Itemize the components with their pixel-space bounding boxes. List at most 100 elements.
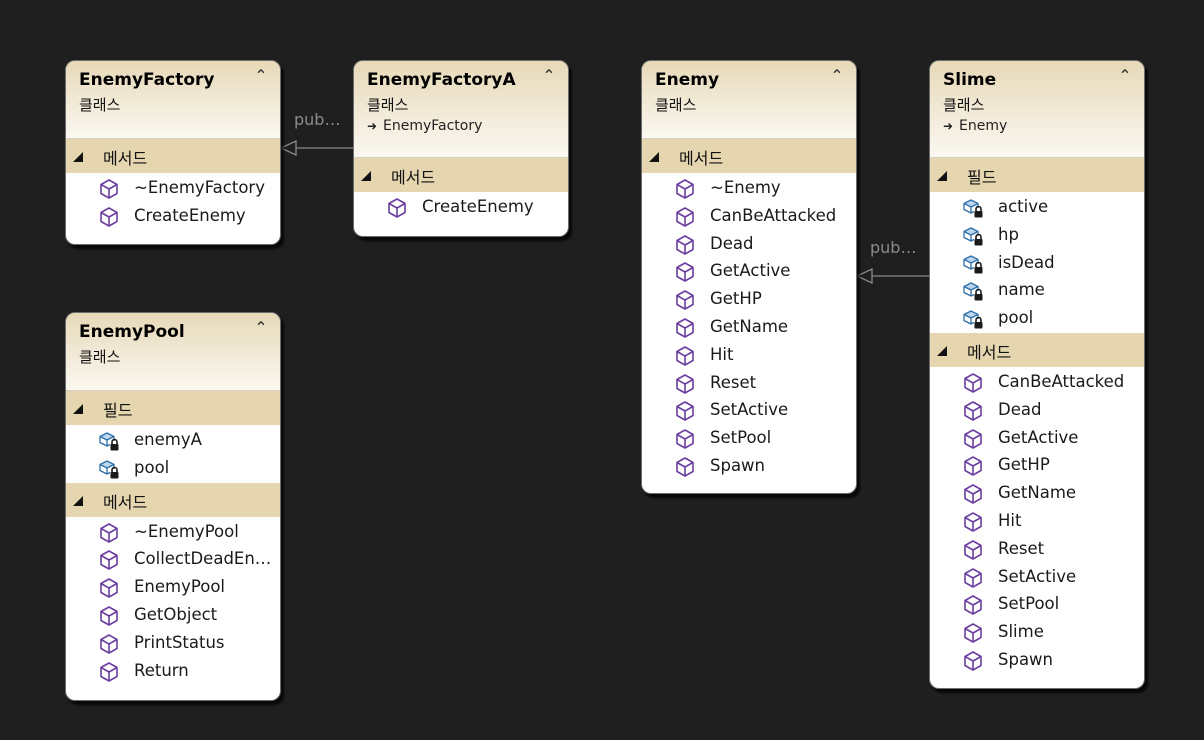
base-class-name: Enemy [959, 118, 1008, 134]
class-box-enemy-factory-a[interactable]: EnemyFactoryA 클래스 ➜ EnemyFactory ⌃ 메서드 Cr… [353, 60, 569, 237]
method-item[interactable]: GetActive [930, 425, 1144, 453]
field-name: pool [134, 457, 170, 477]
expanded-triangle-icon [937, 171, 947, 181]
field-name: hp [998, 224, 1019, 244]
method-cube-icon [100, 578, 118, 598]
method-item[interactable]: SetActive [930, 564, 1144, 592]
method-name: GetName [710, 316, 789, 336]
method-item[interactable]: CreateEnemy [354, 194, 568, 222]
method-item[interactable]: GetName [642, 314, 856, 342]
field-name: active [998, 197, 1049, 216]
field-item[interactable]: hp [930, 222, 1144, 250]
method-item[interactable]: CanBeAttacked [642, 203, 856, 231]
inheritance-arrowhead [279, 139, 297, 157]
double-chevron-up-icon[interactable]: ⌃ [828, 67, 846, 85]
fields-section-header[interactable]: 필드 [66, 391, 280, 425]
methods-section-header[interactable]: 메서드 [930, 332, 1144, 367]
method-item[interactable]: ~EnemyPool [66, 519, 280, 547]
class-header[interactable]: EnemyPool 클래스 ⌃ [66, 313, 280, 391]
methods-section-header[interactable]: 메서드 [354, 158, 568, 192]
method-item[interactable]: Return [66, 658, 280, 686]
method-name: Reset [998, 538, 1045, 558]
method-cube-icon [964, 595, 982, 616]
methods-section-header[interactable]: 메서드 [66, 482, 280, 517]
method-item[interactable]: GetActive [642, 258, 856, 286]
method-name: ~EnemyFactory [134, 178, 265, 197]
method-name: CanBeAttacked [710, 205, 837, 225]
field-item[interactable]: pool [66, 455, 280, 483]
method-name: SetActive [998, 566, 1077, 586]
methods-section-header[interactable]: 메서드 [66, 139, 280, 173]
method-item[interactable]: Dead [930, 397, 1144, 425]
class-title: Enemy [655, 70, 720, 90]
double-chevron-up-icon[interactable]: ⌃ [252, 319, 270, 337]
method-item[interactable]: GetHP [642, 286, 856, 314]
method-item[interactable]: CanBeAttacked [930, 369, 1144, 397]
method-cube-icon [676, 457, 694, 477]
method-item[interactable]: GetObject [66, 602, 280, 630]
method-cube-icon [100, 550, 118, 571]
class-header[interactable]: EnemyFactory 클래스 ⌃ [66, 61, 280, 139]
class-header[interactable]: EnemyFactoryA 클래스 ➜ EnemyFactory ⌃ [354, 61, 568, 158]
method-item[interactable]: Slime [930, 619, 1144, 647]
method-item[interactable]: ~Enemy [642, 175, 856, 203]
method-cube-icon [676, 318, 694, 338]
method-cube-icon [100, 206, 118, 227]
class-box-enemy-pool[interactable]: EnemyPool 클래스 ⌃ 필드 enemyA pool 메서드 ~Enem… [65, 312, 281, 701]
method-name: ~EnemyPool [134, 521, 239, 541]
method-item[interactable]: GetHP [930, 452, 1144, 480]
method-item[interactable]: Spawn [930, 647, 1144, 675]
expanded-triangle-icon [73, 404, 83, 414]
connector-label-enemy: pub… [870, 238, 917, 257]
method-name: GetHP [710, 289, 762, 309]
method-name: CreateEnemy [134, 205, 246, 225]
class-box-enemy-factory[interactable]: EnemyFactory 클래스 ⌃ 메서드 ~EnemyFactory Cre… [65, 60, 281, 245]
expanded-triangle-icon [649, 152, 659, 162]
method-cube-icon [676, 429, 694, 449]
private-field-icon [963, 199, 984, 219]
field-name: isDead [998, 252, 1055, 272]
method-cube-icon [676, 373, 694, 394]
class-header[interactable]: Slime 클래스 ➜ Enemy ⌃ [930, 61, 1144, 158]
method-cube-icon [964, 539, 982, 560]
method-name: Spawn [710, 455, 766, 475]
method-name: Slime [998, 622, 1044, 642]
double-chevron-up-icon[interactable]: ⌃ [540, 67, 558, 85]
field-item[interactable]: name [930, 277, 1144, 305]
method-item[interactable]: Reset [642, 370, 856, 398]
field-item[interactable]: active [930, 194, 1144, 222]
class-box-enemy[interactable]: Enemy 클래스 ⌃ 메서드 ~Enemy CanBeAttacked Dea… [641, 60, 857, 494]
method-item[interactable]: SetPool [642, 425, 856, 453]
method-item[interactable]: CreateEnemy [66, 203, 280, 231]
method-item[interactable]: EnemyPool [66, 574, 280, 602]
method-cube-icon [676, 401, 694, 422]
inheritance-arrow-icon: ➜ [943, 119, 954, 133]
methods-section-header[interactable]: 메서드 [642, 139, 856, 173]
method-item[interactable]: Hit [930, 508, 1144, 536]
method-item[interactable]: SetPool [930, 591, 1144, 619]
double-chevron-up-icon[interactable]: ⌃ [1116, 67, 1134, 85]
method-item[interactable]: ~EnemyFactory [66, 175, 280, 203]
method-item[interactable]: Hit [642, 342, 856, 370]
field-item[interactable]: pool [930, 305, 1144, 333]
method-name: CanBeAttacked [998, 371, 1125, 391]
method-item[interactable]: CollectDeadEn… [66, 546, 280, 574]
method-item[interactable]: Reset [930, 536, 1144, 564]
connector-label-factory: pub… [294, 110, 341, 129]
method-item[interactable]: PrintStatus [66, 630, 280, 658]
method-item[interactable]: Dead [642, 231, 856, 259]
field-item[interactable]: isDead [930, 250, 1144, 278]
class-box-slime[interactable]: Slime 클래스 ➜ Enemy ⌃ 필드 active hp isDead n… [929, 60, 1145, 689]
method-item[interactable]: SetActive [642, 397, 856, 425]
section-label: 메서드 [967, 342, 1012, 362]
method-name: EnemyPool [134, 577, 226, 597]
field-item[interactable]: enemyA [66, 427, 280, 455]
method-cube-icon [964, 373, 982, 393]
class-header[interactable]: Enemy 클래스 ⌃ [642, 61, 856, 139]
double-chevron-up-icon[interactable]: ⌃ [252, 67, 270, 85]
fields-section-header[interactable]: 필드 [930, 158, 1144, 192]
method-cube-icon [676, 290, 694, 310]
method-item[interactable]: GetName [930, 480, 1144, 508]
class-kind: 클래스 [943, 96, 985, 114]
method-item[interactable]: Spawn [642, 453, 856, 481]
